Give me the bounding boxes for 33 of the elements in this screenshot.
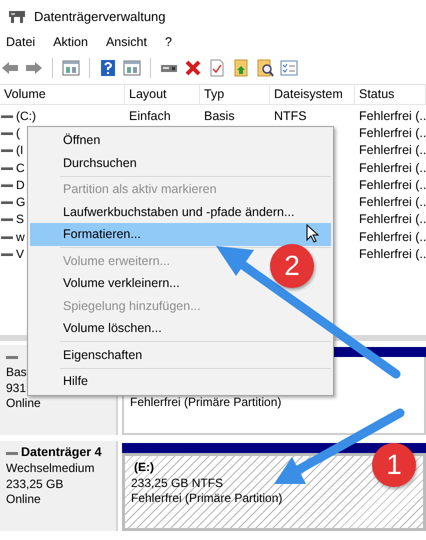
volume-name: C: [16, 160, 25, 175]
table-cell-text: NTFS: [273, 108, 308, 123]
table-cell-text: Fehlerfrei (..: [358, 160, 426, 175]
partition-status: Fehlerfrei (Primäre Partition): [130, 395, 282, 410]
window-title: Datenträgerverwaltung: [34, 8, 166, 24]
disk-name: Datenträger 4: [21, 445, 102, 461]
partition-status: Fehlerfrei (Primäre Partition): [131, 491, 282, 506]
disk-size: 931: [6, 380, 26, 396]
disk-status: Online: [6, 396, 41, 412]
table-cell-text: Fehlerfrei (..: [358, 126, 426, 140]
disk-size: 233,25 GB: [6, 476, 64, 492]
volume-name: S: [16, 212, 24, 226]
table-cell-text: Fehlerfrei (..: [358, 230, 426, 244]
table-cell-text: Fehlerfrei (..: [358, 247, 426, 262]
volume-name: (C:): [16, 108, 36, 123]
volume-name: w: [16, 230, 25, 244]
partition-size: 233,25 GB NTFS: [131, 476, 224, 491]
table-cell-text: Fehlerfrei (..: [358, 212, 426, 226]
table-cell-text: Fehlerfrei (..: [358, 143, 426, 158]
volume-name: V: [16, 247, 24, 262]
disk-status: Online: [6, 492, 41, 508]
volume-name: D: [16, 178, 25, 192]
volume-name: (: [16, 126, 20, 140]
partition-label: (E:): [133, 460, 154, 476]
table-cell-text: Fehlerfrei (..: [358, 178, 426, 192]
disk-type: Wechselmedium: [6, 461, 94, 476]
volume-name: G: [16, 195, 26, 210]
table-cell-text: Basis: [203, 108, 236, 123]
table-cell-text: Fehlerfrei (..: [358, 108, 426, 123]
table-cell-text: Einfach: [128, 108, 172, 123]
table-cell-text: Fehlerfrei (..: [358, 195, 426, 210]
disk-type: Bas: [6, 365, 27, 380]
volume-name: (I: [16, 143, 24, 158]
